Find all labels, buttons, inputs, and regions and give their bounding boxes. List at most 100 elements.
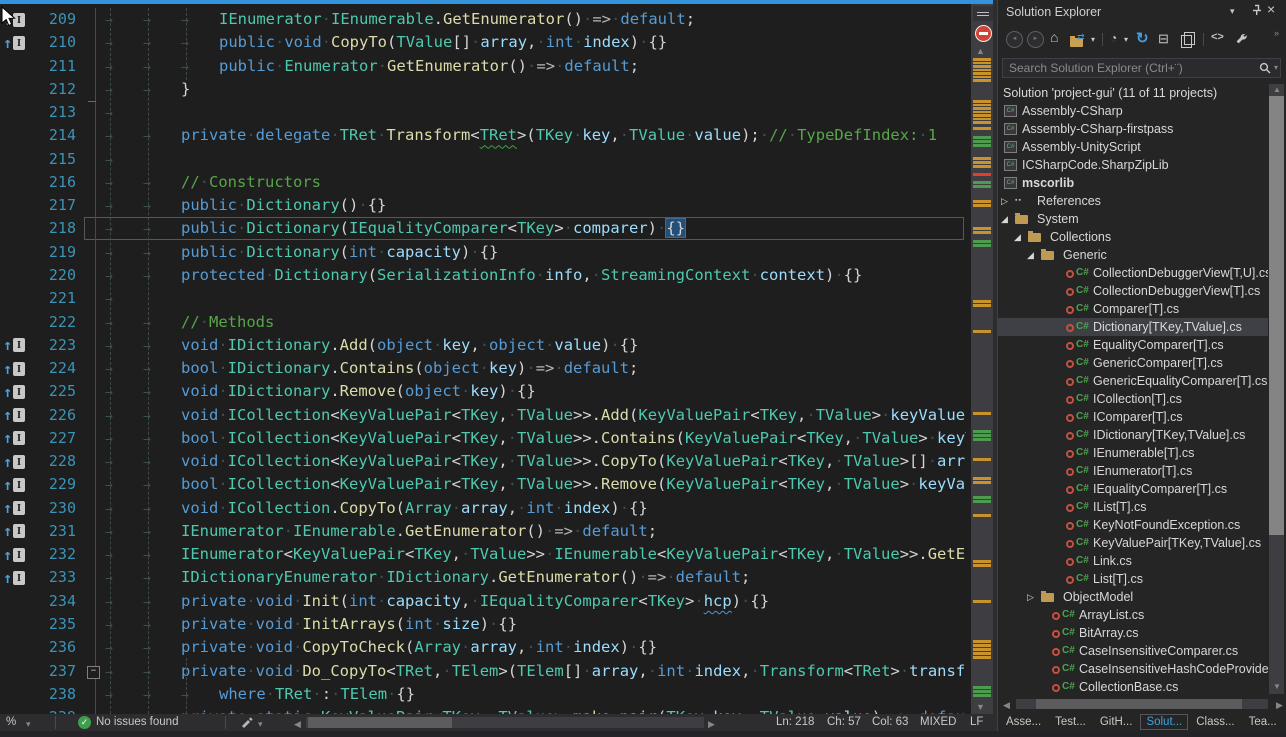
tree-item-assembly-unityscript[interactable]: C#Assembly-UnityScript bbox=[998, 138, 1268, 156]
tree-item-icomparer-t-cs[interactable]: C#IComparer[T].cs bbox=[998, 408, 1268, 426]
tree-item-icollection-t-cs[interactable]: C#ICollection[T].cs bbox=[998, 390, 1268, 408]
code-cleanup-dropdown-icon[interactable]: ▾ bbox=[258, 717, 263, 732]
eol-indicator[interactable]: LF bbox=[970, 715, 983, 730]
code-cleanup-icon[interactable] bbox=[240, 714, 254, 728]
code-lines-area[interactable]: ↑I209→→→IEnumerator·IEnumerable.GetEnume… bbox=[0, 0, 966, 714]
code-line-236[interactable]: 236→→private·void·CopyToCheck(Array·arra… bbox=[0, 636, 966, 659]
tree-item-collectiondebuggerview-t-u-cs[interactable]: C#CollectionDebuggerView[T,U].cs bbox=[998, 264, 1268, 282]
line-indicator[interactable]: Ln: 218 bbox=[776, 715, 814, 730]
tree-item-iequalitycomparer-t-cs[interactable]: C#IEqualityComparer[T].cs bbox=[998, 480, 1268, 498]
scroll-down-arrow-icon[interactable]: ▼ bbox=[976, 702, 985, 712]
tree-item-list-t-cs[interactable]: C#List[T].cs bbox=[998, 570, 1268, 588]
zoom-dropdown-icon[interactable]: ▾ bbox=[26, 717, 31, 732]
solution-tree[interactable]: Solution 'project-gui' (11 of 11 project… bbox=[998, 84, 1268, 696]
code-line-213[interactable]: 213→ bbox=[0, 101, 966, 124]
implements-interface-icon[interactable]: ↑I bbox=[3, 33, 25, 52]
issues-status[interactable]: No issues found bbox=[96, 715, 178, 730]
code-line-214[interactable]: 214→→private·delegate·TRet·Transform<TRe… bbox=[0, 124, 966, 147]
expanded-arrow-icon[interactable]: ◢ bbox=[1014, 228, 1021, 246]
tree-scroll-left-icon[interactable]: ◀ bbox=[1003, 700, 1010, 711]
code-line-218[interactable]: 218→→public·Dictionary(IEqualityComparer… bbox=[0, 217, 966, 240]
scroll-up-arrow-icon[interactable]: ▲ bbox=[976, 46, 985, 56]
implements-interface-icon[interactable]: ↑I bbox=[3, 522, 25, 541]
editor-hscrollbar-thumb[interactable] bbox=[308, 717, 452, 728]
tree-item-ilist-t-cs[interactable]: C#IList[T].cs bbox=[998, 498, 1268, 516]
implements-interface-icon[interactable]: ↑I bbox=[3, 452, 25, 471]
tool-window-tab-gith[interactable]: GitH... bbox=[1094, 714, 1139, 730]
column-indicator[interactable]: Col: 63 bbox=[872, 715, 908, 730]
encoding-indicator[interactable]: MIXED bbox=[920, 715, 956, 730]
toolbar-overflow-icon[interactable]: » bbox=[1274, 28, 1279, 38]
expanded-arrow-icon[interactable]: ◢ bbox=[1001, 210, 1008, 228]
zoom-control[interactable]: % bbox=[6, 715, 16, 730]
refresh-icon[interactable]: ↻ bbox=[1136, 29, 1149, 47]
tree-item-collections[interactable]: ◢Collections bbox=[998, 228, 1268, 246]
hscroll-left-icon[interactable]: ◀ bbox=[294, 717, 301, 732]
search-icon[interactable] bbox=[1259, 62, 1272, 75]
implements-interface-icon[interactable]: ↑I bbox=[3, 568, 25, 587]
tree-item-ienumerator-t-cs[interactable]: C#IEnumerator[T].cs bbox=[998, 462, 1268, 480]
code-line-220[interactable]: 220→→protected·Dictionary(SerializationI… bbox=[0, 264, 966, 287]
tree-hscrollbar-thumb[interactable] bbox=[1036, 699, 1242, 709]
tree-item-caseinsensitivecomparer-cs[interactable]: C#CaseInsensitiveComparer.cs bbox=[998, 642, 1268, 660]
tree-scroll-right-icon[interactable]: ▶ bbox=[1276, 700, 1283, 711]
code-line-225[interactable]: ↑I225→→void·IDictionary.Remove(object·ke… bbox=[0, 380, 966, 403]
tree-item-assembly-csharp-firstpass[interactable]: C#Assembly-CSharp-firstpass bbox=[998, 120, 1268, 138]
code-line-239[interactable]: 239→→private·static·KeyValuePair<TKey,·T… bbox=[0, 706, 966, 714]
hscroll-right-icon[interactable]: ▶ bbox=[708, 717, 715, 732]
collapse-all-icon[interactable]: ⊟ bbox=[1158, 31, 1169, 47]
tool-window-tab-asse[interactable]: Asse... bbox=[1000, 714, 1047, 730]
switch-views-dropdown-icon[interactable]: ▾ bbox=[1091, 35, 1095, 44]
tree-item-equalitycomparer-t-cs[interactable]: C#EqualityComparer[T].cs bbox=[998, 336, 1268, 354]
code-line-231[interactable]: ↑I231→→IEnumerator·IEnumerable.GetEnumer… bbox=[0, 520, 966, 543]
view-code-icon[interactable]: <> bbox=[1211, 31, 1224, 43]
tree-item-generic[interactable]: ◢Generic bbox=[998, 246, 1268, 264]
code-line-209[interactable]: ↑I209→→→IEnumerator·IEnumerable.GetEnume… bbox=[0, 8, 966, 31]
code-line-211[interactable]: 211→→→public·Enumerator·GetEnumerator()·… bbox=[0, 55, 966, 78]
tree-item-mscorlib[interactable]: C#mscorlib bbox=[998, 174, 1268, 192]
close-icon[interactable]: × bbox=[1267, 1, 1275, 17]
code-line-232[interactable]: ↑I232→→IEnumerator<KeyValuePair<TKey,·TV… bbox=[0, 543, 966, 566]
editor-splitter-handle[interactable] bbox=[973, 6, 993, 21]
tree-scroll-down-icon[interactable]: ▼ bbox=[1273, 682, 1281, 691]
char-indicator[interactable]: Ch: 57 bbox=[827, 715, 861, 730]
implements-interface-icon[interactable]: ↑I bbox=[3, 545, 25, 564]
tree-item-ienumerable-t-cs[interactable]: C#IEnumerable[T].cs bbox=[998, 444, 1268, 462]
tree-item-system[interactable]: ◢System bbox=[998, 210, 1268, 228]
code-line-229[interactable]: ↑I229→→bool·ICollection<KeyValuePair<TKe… bbox=[0, 473, 966, 496]
window-position-dropdown-icon[interactable]: ▾ bbox=[1230, 6, 1235, 17]
code-line-217[interactable]: 217→→public·Dictionary()·{} bbox=[0, 194, 966, 217]
tree-scroll-up-icon[interactable]: ▲ bbox=[1273, 85, 1281, 94]
implements-interface-icon[interactable]: ↑I bbox=[3, 429, 25, 448]
tool-window-tab-solut[interactable]: Solut... bbox=[1140, 714, 1188, 730]
sync-with-active-document-icon[interactable] bbox=[1181, 35, 1192, 53]
tree-item-keynotfoundexception-cs[interactable]: C#KeyNotFoundException.cs bbox=[998, 516, 1268, 534]
code-line-222[interactable]: 222→→//·Methods bbox=[0, 311, 966, 334]
tree-vscrollbar-thumb[interactable] bbox=[1269, 96, 1284, 535]
properties-wrench-icon[interactable] bbox=[1234, 32, 1248, 46]
code-line-221[interactable]: 221→ bbox=[0, 287, 966, 310]
tool-window-tab-tea[interactable]: Tea... bbox=[1243, 714, 1283, 730]
tree-item-genericcomparer-t-cs[interactable]: C#GenericComparer[T].cs bbox=[998, 354, 1268, 372]
home-icon[interactable]: ⌂ bbox=[1050, 29, 1058, 45]
implements-interface-icon[interactable]: ↑I bbox=[3, 359, 25, 378]
code-line-216[interactable]: 216→→//·Constructors bbox=[0, 171, 966, 194]
tool-window-tab-class[interactable]: Class... bbox=[1190, 714, 1240, 730]
code-line-210[interactable]: ↑I210→→→public·void·CopyTo(TValue[]·arra… bbox=[0, 31, 966, 54]
tree-item-idictionary-tkey-tvalue-cs[interactable]: C#IDictionary[TKey,TValue].cs bbox=[998, 426, 1268, 444]
code-line-224[interactable]: ↑I224→→bool·IDictionary.Contains(object·… bbox=[0, 357, 966, 380]
forward-icon[interactable]: ► bbox=[1027, 31, 1044, 48]
tree-item-objectmodel[interactable]: ▷ObjectModel bbox=[998, 588, 1268, 606]
collapsed-arrow-icon[interactable]: ▷ bbox=[1027, 588, 1034, 606]
tree-item-comparer-t-cs[interactable]: C#Comparer[T].cs bbox=[998, 300, 1268, 318]
tree-item-dictionary-tkey-tvalue-cs[interactable]: C#Dictionary[TKey,TValue].cs bbox=[998, 318, 1268, 336]
tree-item-genericequalitycomparer-t-cs[interactable]: C#GenericEqualityComparer[T].cs bbox=[998, 372, 1268, 390]
code-line-234[interactable]: 234→→private·void·Init(int·capacity,·IEq… bbox=[0, 590, 966, 613]
implements-interface-icon[interactable]: ↑I bbox=[3, 336, 25, 355]
code-line-228[interactable]: ↑I228→→void·ICollection<KeyValuePair<TKe… bbox=[0, 450, 966, 473]
tree-item-solution-project-gui-11-of-11-projects[interactable]: Solution 'project-gui' (11 of 11 project… bbox=[998, 84, 1268, 102]
pin-icon[interactable] bbox=[1250, 4, 1263, 17]
tree-item-bitarray-cs[interactable]: C#BitArray.cs bbox=[998, 624, 1268, 642]
code-line-226[interactable]: ↑I226→→void·ICollection<KeyValuePair<TKe… bbox=[0, 404, 966, 427]
tree-item-references[interactable]: ▷▪▪References bbox=[998, 192, 1268, 210]
